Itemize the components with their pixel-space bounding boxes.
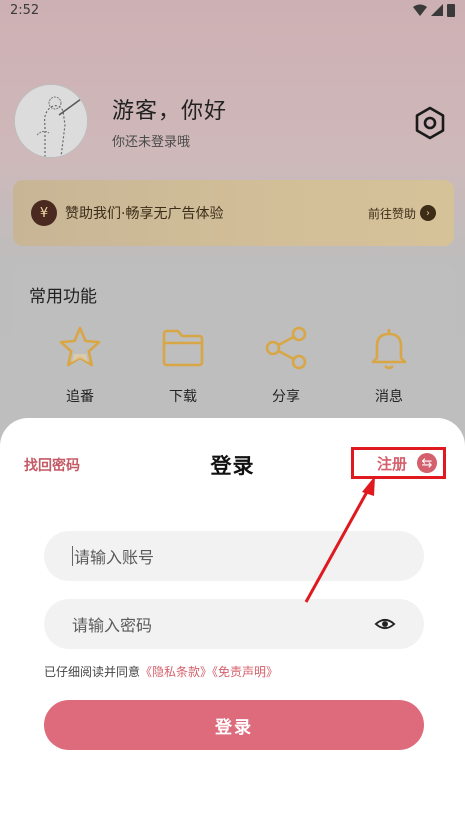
- login-status-text: 你还未登录哦: [112, 134, 191, 150]
- feature-download[interactable]: 下载: [143, 324, 223, 406]
- password-placeholder: 请输入密码: [72, 616, 153, 635]
- feature-share[interactable]: 分享: [246, 324, 326, 406]
- user-profile[interactable]: 游客，你好 你还未登录哦: [14, 84, 227, 158]
- features-title: 常用功能: [29, 287, 97, 307]
- text-cursor: [72, 546, 73, 566]
- feature-messages[interactable]: 消息: [349, 324, 429, 406]
- login-sheet: 找回密码 登录 注册 ⇆ 请输入账号 请输入密码 已仔细阅读并同意《隐私条款》《…: [0, 418, 465, 830]
- swap-arrows-icon: ⇆: [417, 453, 437, 473]
- register-button[interactable]: 注册 ⇆: [351, 447, 446, 479]
- sponsor-banner[interactable]: ¥ 赞助我们·畅享无广告体验 前往赞助 ›: [13, 180, 454, 246]
- account-placeholder: 请输入账号: [74, 548, 155, 567]
- star-icon: [59, 326, 101, 367]
- greeting-text: 游客，你好: [112, 98, 228, 124]
- status-time: 2:52: [10, 2, 40, 18]
- bell-icon: [371, 329, 407, 370]
- wifi-icon: [413, 4, 427, 16]
- profile-text: 游客，你好 你还未登录哦: [112, 93, 227, 150]
- eye-icon[interactable]: [374, 613, 396, 635]
- status-icons: [413, 3, 455, 17]
- agreement-text: 已仔细阅读并同意《隐私条款》《免责声明》: [44, 663, 278, 680]
- signal-icon: [431, 4, 443, 16]
- status-bar: 2:52: [0, 0, 465, 20]
- disclaimer-link[interactable]: 《免责声明》: [212, 665, 278, 679]
- feature-follow[interactable]: 追番: [40, 324, 120, 406]
- go-sponsor-link[interactable]: 前往赞助 ›: [368, 205, 436, 222]
- feature-label: 消息: [375, 389, 403, 405]
- privacy-link[interactable]: 《隐私条款》: [140, 665, 212, 679]
- feature-label: 追番: [66, 389, 94, 405]
- password-input[interactable]: 请输入密码: [44, 599, 424, 649]
- go-sponsor-label: 前往赞助: [367, 206, 416, 221]
- avatar[interactable]: [14, 84, 88, 158]
- settings-icon[interactable]: [412, 105, 448, 141]
- feature-label: 分享: [272, 389, 300, 405]
- agreement-prefix: 已仔细阅读并同意: [44, 665, 141, 679]
- login-button[interactable]: 登录: [44, 700, 424, 750]
- feature-label: 下载: [169, 389, 197, 405]
- register-label: 注册: [376, 454, 407, 473]
- battery-icon: [447, 3, 455, 17]
- avatar-sketch-icon: [15, 85, 87, 157]
- account-input[interactable]: 请输入账号: [44, 531, 424, 581]
- chevron-right-icon: ›: [420, 205, 436, 221]
- folder-icon: [162, 329, 204, 367]
- share-icon: [265, 326, 307, 370]
- sponsor-text: 赞助我们·畅享无广告体验: [65, 206, 224, 222]
- yuan-icon: ¥: [31, 200, 57, 226]
